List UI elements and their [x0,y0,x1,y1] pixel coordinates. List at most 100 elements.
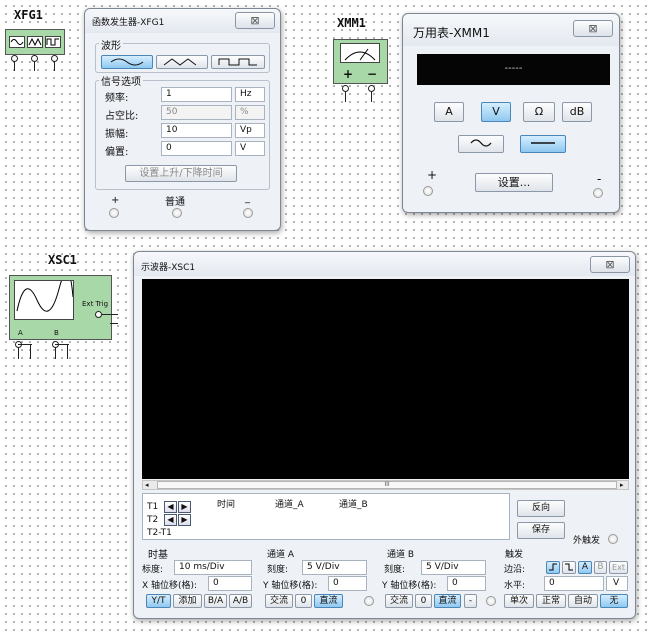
trigger-source-a-button[interactable]: A [578,561,592,574]
square-wave-button[interactable] [211,55,265,69]
channel-a-dc-button[interactable]: 直流 [314,594,343,608]
x-position-input[interactable]: 0 [208,576,252,591]
wire [18,347,19,359]
xmm1-plus: + [343,67,354,81]
channel-a-y-position-input[interactable]: 0 [328,576,367,591]
channel-b-scale-input[interactable]: 5 V/Div [421,560,486,575]
channel-b-terminal[interactable] [486,596,496,606]
channel-a-title: 通道 A [267,550,295,560]
plus-terminal[interactable] [423,186,433,196]
frequency-unit[interactable]: Hz [235,87,265,102]
voltmeter-button[interactable]: V [481,102,511,122]
level-label: 水平: [504,581,526,591]
duty-cycle-input[interactable]: 50 [161,105,232,120]
t1-left-arrow[interactable]: ◀ [164,501,177,513]
ac-mode-button[interactable] [458,135,504,153]
frequency-input[interactable]: 1 [161,87,232,102]
offset-input[interactable]: 0 [161,141,232,156]
channel-b-ac-button[interactable]: 交流 [385,594,413,608]
common-terminal[interactable] [172,208,182,218]
rising-edge-button[interactable] [546,561,560,574]
t2-t1-label: T2-T1 [147,528,172,538]
channel-b-minus-button[interactable]: - [464,594,477,608]
timebase-scale-input[interactable]: 10 ms/Div [174,560,252,575]
xmm1-component[interactable]: + − [333,39,388,84]
sine-wave-button[interactable] [101,55,153,69]
scroll-right-icon[interactable]: ▸ [620,481,624,489]
scope-scrollbar[interactable]: ◂ III ▸ [142,480,629,490]
duty-cycle-unit[interactable]: % [235,105,265,120]
channel-b-label: B [54,329,59,337]
none-mode-button[interactable]: 无 [600,594,628,608]
t2-label: T2 [147,515,159,525]
ammeter-button[interactable]: A [434,102,464,122]
scroll-thumb[interactable]: III [157,481,617,489]
decibel-button[interactable]: dB [562,102,592,122]
plus-terminal[interactable] [109,208,119,218]
amplitude-unit[interactable]: Vp [235,123,265,138]
offset-label: 偏置: [105,147,129,158]
t1-right-arrow[interactable]: ▶ [178,501,191,513]
xsc1-component[interactable]: Ext Trig A B [9,271,112,340]
reverse-button[interactable]: 反向 [517,500,565,517]
triangle-wave-button[interactable] [156,55,208,69]
channel-a-scale-input[interactable]: 5 V/Div [302,560,367,575]
ext-trig-label: Ext Trig [82,300,109,308]
channel-b-y-position-input[interactable]: 0 [447,576,486,591]
level-input[interactable]: 0 [544,576,604,591]
title-bar[interactable] [134,252,635,276]
level-unit[interactable]: V [606,576,628,591]
wire [110,323,118,324]
yt-button[interactable]: Y/T [146,594,171,608]
auto-mode-button[interactable]: 自动 [568,594,598,608]
scope-screen[interactable] [142,279,629,479]
dc-mode-button[interactable] [520,135,566,153]
channel-b-title: 通道 B [387,550,415,560]
edge-label: 边沿: [504,565,526,575]
channel-a-zero-button[interactable]: 0 [295,594,312,608]
t2-left-arrow[interactable]: ◀ [164,514,177,526]
xfg1-component[interactable] [5,29,65,55]
ohmmeter-button[interactable]: Ω [523,102,555,122]
channel-b-column: 通道_B [339,500,368,510]
trigger-source-b-button[interactable]: B [594,561,607,574]
wire [34,61,35,71]
close-button[interactable]: ⊠ [590,256,630,273]
amplitude-input[interactable]: 10 [161,123,232,138]
scroll-left-icon[interactable]: ◂ [145,481,149,489]
normal-mode-button[interactable]: 正常 [536,594,566,608]
save-button[interactable]: 保存 [517,522,565,539]
channel-b-y-position-label: Y 轴位移(格): [382,581,437,591]
a-b-button[interactable]: A/B [229,594,252,608]
rise-fall-time-button[interactable]: 设置上升/下降时间 [125,165,237,182]
sine-wave-icon [9,36,25,48]
close-button[interactable]: ⊠ [235,12,275,29]
multimeter-window: 万用表-XMM1 ⊠ ----- A V Ω dB + 设置... - [402,13,620,213]
frequency-label: 频率: [105,93,129,104]
xfg1-label: XFG1 [14,8,43,22]
ext-trigger-terminal[interactable] [608,534,618,544]
offset-unit[interactable]: V [235,141,265,156]
falling-edge-button[interactable] [562,561,576,574]
add-button[interactable]: 添加 [173,594,202,608]
plus-terminal-label: + [427,168,438,182]
duty-cycle-label: 占空比: [105,111,139,122]
b-a-button[interactable]: B/A [204,594,227,608]
ext-trig-pin[interactable] [95,311,102,318]
channel-b-dc-button[interactable]: 直流 [434,594,461,608]
oscilloscope-window: 示波器-XSC1 ⊠ ◂ III ▸ T1 ◀ ▶ T2 ◀ ▶ T2-T1 时… [133,251,636,619]
single-mode-button[interactable]: 单次 [504,594,534,608]
minus-terminal[interactable] [593,188,603,198]
minus-terminal[interactable] [243,208,253,218]
trigger-source-ext-button[interactable]: Ext [609,561,628,574]
settings-button[interactable]: 设置... [475,173,553,192]
window-title: 万用表-XMM1 [413,26,490,40]
channel-a-ac-button[interactable]: 交流 [265,594,293,608]
square-wave-icon [218,58,257,66]
square-wave-icon [45,36,61,48]
channel-a-terminal[interactable] [364,596,374,606]
common-terminal-label: 普通 [165,197,185,208]
t2-right-arrow[interactable]: ▶ [178,514,191,526]
channel-b-zero-button[interactable]: 0 [415,594,432,608]
close-button[interactable]: ⊠ [573,20,613,37]
